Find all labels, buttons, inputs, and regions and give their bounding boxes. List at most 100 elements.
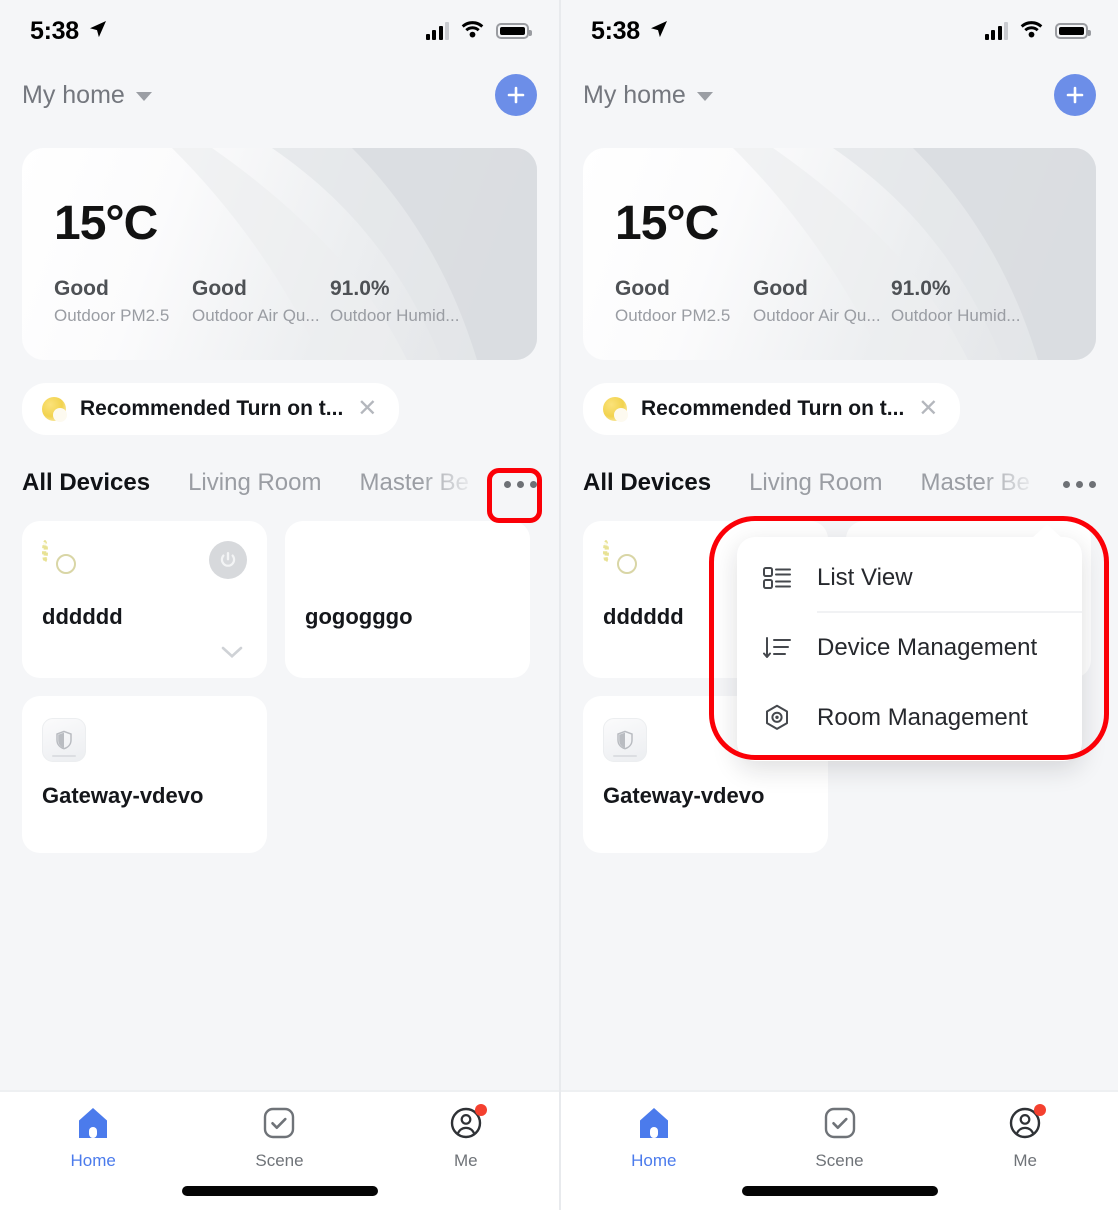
tab-all-devices[interactable]: All Devices xyxy=(22,469,150,497)
power-icon[interactable] xyxy=(209,541,247,579)
chevron-down-icon xyxy=(696,92,713,101)
status-time: 5:38 xyxy=(591,16,640,45)
bottom-tab-bar: Home Scene Me xyxy=(561,1090,1118,1210)
device-card[interactable]: gogogggo xyxy=(285,521,530,678)
menu-item-device-management[interactable]: Device Management xyxy=(737,613,1082,683)
phone-screen-before: 5:38 My home 15°C Good Outdoor PM2.5 Goo… xyxy=(0,0,559,1210)
metric-value: Good xyxy=(753,277,808,300)
weather-metric: Good Outdoor PM2.5 xyxy=(615,277,753,326)
tab-label: Home xyxy=(70,1151,116,1170)
profile-icon xyxy=(447,1104,487,1142)
plus-icon xyxy=(505,84,527,106)
menu-caret xyxy=(1032,524,1062,538)
tab-all-devices[interactable]: All Devices xyxy=(583,469,711,497)
wifi-icon xyxy=(1019,20,1044,43)
weather-metric: Good Outdoor PM2.5 xyxy=(54,277,192,326)
close-icon[interactable]: ✕ xyxy=(357,397,377,421)
metric-label: Outdoor Air Qu... xyxy=(753,306,881,325)
battery-icon xyxy=(496,23,532,39)
device-card[interactable]: dddddd xyxy=(22,521,267,678)
tab-me[interactable]: Me xyxy=(932,1104,1118,1171)
room-tabs: All Devices Living Room Master Be xyxy=(561,459,1118,507)
metric-label: Outdoor Humid... xyxy=(330,306,460,325)
gateway-shield-icon xyxy=(603,718,647,762)
home-selector[interactable]: My home xyxy=(22,81,152,110)
weather-metric: Good Outdoor Air Qu... xyxy=(753,277,891,326)
tab-home[interactable]: Home xyxy=(561,1104,747,1171)
more-options-menu: List View Device Management Room Managem… xyxy=(737,524,1082,761)
menu-item-list-view[interactable]: List View xyxy=(737,543,1082,613)
chevron-down-icon[interactable] xyxy=(221,646,243,664)
moon-icon xyxy=(603,397,628,422)
phone-screen-after: 5:38 My home 15°C Good Outdoor PM2.5 Goo… xyxy=(559,0,1118,1210)
status-bar-left: 5:38 xyxy=(30,17,108,46)
metric-label: Outdoor PM2.5 xyxy=(615,306,731,325)
status-bar-left: 5:38 xyxy=(591,17,669,46)
add-device-button[interactable] xyxy=(495,74,537,116)
metric-value: 91.0% xyxy=(891,277,951,300)
checkbox-icon xyxy=(821,1104,859,1142)
status-bar-right xyxy=(425,20,532,43)
location-arrow-icon xyxy=(649,19,669,44)
temperature-value: 15°C xyxy=(54,197,158,250)
tab-label: Me xyxy=(454,1151,478,1170)
nav-bar: My home xyxy=(561,62,1118,128)
weather-metrics: Good Outdoor PM2.5 Good Outdoor Air Qu..… xyxy=(54,277,517,326)
recommendation-banner[interactable]: Recommended Turn on t... ✕ xyxy=(583,383,961,435)
metric-label: Outdoor PM2.5 xyxy=(54,306,170,325)
tab-master-bedroom[interactable]: Master Be xyxy=(359,469,468,497)
metric-label: Outdoor Air Qu... xyxy=(192,306,320,325)
tab-label: Scene xyxy=(815,1151,864,1170)
tab-scene[interactable]: Scene xyxy=(747,1104,933,1171)
metric-value: 91.0% xyxy=(330,277,390,300)
tab-me[interactable]: Me xyxy=(373,1104,559,1171)
profile-icon xyxy=(1006,1104,1047,1142)
device-name: Gateway-vdevo xyxy=(42,783,204,808)
tab-label: Scene xyxy=(255,1151,304,1170)
hexagon-target-icon xyxy=(763,704,793,732)
chevron-down-icon xyxy=(135,92,152,101)
device-name: gogogggo xyxy=(305,604,413,629)
ellipsis-icon[interactable] xyxy=(497,465,543,503)
plus-icon xyxy=(1064,84,1086,106)
home-selector[interactable]: My home xyxy=(583,81,713,110)
home-name-label: My home xyxy=(22,80,125,109)
home-indicator xyxy=(741,1186,938,1196)
cellular-signal-icon xyxy=(984,22,1008,40)
tab-home[interactable]: Home xyxy=(0,1104,186,1171)
weather-card[interactable]: 15°C Good Outdoor PM2.5 Good Outdoor Air… xyxy=(22,148,537,360)
notification-badge xyxy=(474,1104,487,1116)
metric-value: Good xyxy=(54,277,109,300)
close-icon[interactable]: ✕ xyxy=(918,397,938,421)
menu-item-label: List View xyxy=(817,564,913,591)
weather-card[interactable]: 15°C Good Outdoor PM2.5 Good Outdoor Air… xyxy=(583,148,1096,360)
status-bar-right xyxy=(984,20,1091,43)
nav-bar: My home xyxy=(0,62,559,128)
ring-light-icon xyxy=(42,540,48,563)
metric-value: Good xyxy=(615,277,670,300)
device-card[interactable]: Gateway-vdevo xyxy=(22,696,267,853)
tab-scene[interactable]: Scene xyxy=(186,1104,372,1171)
weather-metrics: Good Outdoor PM2.5 Good Outdoor Air Qu..… xyxy=(615,277,1076,326)
add-device-button[interactable] xyxy=(1054,74,1096,116)
recommendation-text: Recommended Turn on t... xyxy=(641,397,905,420)
notification-badge xyxy=(1034,1104,1047,1116)
tab-living-room[interactable]: Living Room xyxy=(749,469,882,497)
menu-item-room-management[interactable]: Room Management xyxy=(737,683,1082,753)
weather-metric: 91.0% Outdoor Humid... xyxy=(891,277,1029,326)
tab-master-bedroom[interactable]: Master Be xyxy=(920,469,1029,497)
ellipsis-icon[interactable] xyxy=(1056,465,1102,503)
tab-living-room[interactable]: Living Room xyxy=(188,469,321,497)
battery-icon xyxy=(1055,23,1091,39)
room-tabs: All Devices Living Room Master Be xyxy=(0,459,559,507)
weather-decoration xyxy=(583,148,1096,360)
gateway-shield-icon xyxy=(42,718,86,762)
weather-metric: 91.0% Outdoor Humid... xyxy=(330,277,468,326)
recommendation-row: Recommended Turn on t... ✕ xyxy=(583,383,1096,435)
temperature-value: 15°C xyxy=(615,197,719,250)
recommendation-text: Recommended Turn on t... xyxy=(80,397,344,420)
ring-light-icon xyxy=(603,540,609,563)
home-icon xyxy=(635,1104,673,1142)
recommendation-banner[interactable]: Recommended Turn on t... ✕ xyxy=(22,383,400,435)
sort-list-icon xyxy=(763,636,793,660)
